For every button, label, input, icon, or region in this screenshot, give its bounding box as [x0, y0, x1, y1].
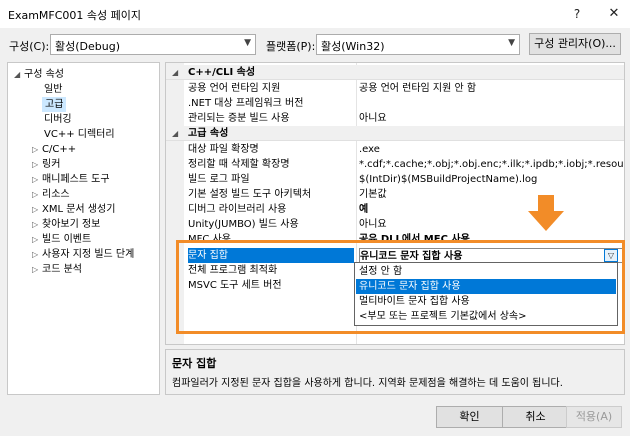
- tree-item-advanced[interactable]: 고급: [42, 97, 67, 112]
- collapse-icon[interactable]: ◢: [172, 65, 178, 80]
- tree-item-manifest-tool[interactable]: ▷ 매니페스트 도구: [32, 172, 110, 187]
- help-icon[interactable]: ?: [566, 4, 588, 24]
- property-row[interactable]: 공용 언어 런타임 지원 공용 언어 런타임 지원 안 함: [166, 81, 624, 96]
- tree-item-cpp[interactable]: ▷ C/C++: [32, 142, 76, 157]
- property-tree[interactable]: ◢ 구성 속성 일반 고급 디버깅 VC++ 디렉터리 ▷ C/C++ ▷ 링커 ▷ 매…: [7, 62, 160, 395]
- chevron-down-icon: ▼: [508, 38, 515, 48]
- tree-item-browse-info[interactable]: ▷ 찾아보기 정보: [32, 217, 100, 232]
- expand-icon[interactable]: ▷: [32, 217, 42, 232]
- cancel-button[interactable]: 취소: [502, 406, 569, 428]
- platform-label: 플랫폼(P):: [266, 40, 316, 53]
- description-text: 컴파일러가 지정된 문자 집합을 사용하게 합니다. 지역화 문제점을 해결하는…: [172, 378, 563, 389]
- platform-select[interactable]: 활성(Win32) ▼: [316, 34, 520, 55]
- apply-button[interactable]: 적용(A): [566, 406, 622, 428]
- character-set-dropdown[interactable]: 설정 안 함 유니코드 문자 집합 사용 멀티바이트 문자 집합 사용 <부모 …: [354, 262, 618, 326]
- expand-icon[interactable]: ▷: [32, 142, 42, 157]
- description-title: 문자 집합: [172, 357, 217, 370]
- property-row[interactable]: 빌드 로그 파일 $(IntDir)$(MSBuildProjectName).l…: [166, 172, 624, 187]
- tree-item-vc-directories[interactable]: VC++ 디렉터리: [44, 127, 115, 142]
- property-row[interactable]: MFC 사용 공유 DLL에서 MFC 사용: [166, 232, 624, 240]
- tree-item-linker[interactable]: ▷ 링커: [32, 157, 60, 172]
- expand-icon[interactable]: ▷: [32, 262, 42, 277]
- expand-icon[interactable]: ▷: [32, 157, 42, 172]
- tree-item-config-properties[interactable]: ◢ 구성 속성: [14, 67, 64, 82]
- configuration-value: 활성(Debug): [55, 40, 120, 53]
- category-cli[interactable]: ◢ C++/CLI 속성: [166, 65, 624, 80]
- property-row[interactable]: 정리할 때 삭제할 확장명 *.cdf;*.cache;*.obj;*.obj.e…: [166, 157, 624, 172]
- tree-item-code-analysis[interactable]: ▷ 코드 분석: [32, 262, 82, 277]
- expand-icon[interactable]: ▷: [32, 247, 42, 262]
- expand-icon[interactable]: ▷: [32, 232, 42, 247]
- expand-icon[interactable]: ▷: [32, 187, 42, 202]
- property-row[interactable]: 대상 파일 확장명 .exe: [166, 142, 624, 157]
- dropdown-option-selected[interactable]: 유니코드 문자 집합 사용: [356, 279, 616, 294]
- chevron-down-icon: ▼: [244, 38, 251, 48]
- dropdown-option[interactable]: 설정 안 함: [356, 264, 616, 279]
- tree-item-resources[interactable]: ▷ 리소스: [32, 187, 70, 202]
- ok-button[interactable]: 확인: [436, 406, 503, 428]
- title-bar: ExamMFC001 속성 페이지 ? ✕: [0, 0, 630, 28]
- down-arrow-icon: [528, 195, 564, 231]
- tree-item-xml-doc[interactable]: ▷ XML 문서 생성기: [32, 202, 115, 217]
- close-icon[interactable]: ✕: [603, 4, 625, 24]
- expand-icon[interactable]: ▷: [32, 172, 42, 187]
- category-advanced[interactable]: ◢ 고급 속성: [166, 126, 624, 141]
- property-row-character-set[interactable]: 문자 집합 유니코드 문자 집합 사용: [166, 248, 624, 263]
- tree-item-build-events[interactable]: ▷ 빌드 이벤트: [32, 232, 91, 247]
- tree-item-custom-build[interactable]: ▷ 사용자 지정 빌드 단계: [32, 247, 134, 262]
- tree-item-debugging[interactable]: 디버깅: [44, 112, 72, 127]
- dropdown-option[interactable]: 멀티바이트 문자 집합 사용: [356, 294, 616, 309]
- property-row[interactable]: .NET 대상 프레임워크 버전: [166, 96, 624, 111]
- window-title: ExamMFC001 속성 페이지: [8, 9, 142, 22]
- configuration-label: 구성(C):: [9, 40, 50, 53]
- tree-item-general[interactable]: 일반: [44, 82, 62, 97]
- expand-icon[interactable]: ▷: [32, 202, 42, 217]
- property-row[interactable]: 관리되는 증분 빌드 사용 아니요: [166, 111, 624, 126]
- configuration-manager-button[interactable]: 구성 관리자(O)...: [529, 33, 621, 55]
- collapse-icon[interactable]: ◢: [14, 67, 24, 82]
- collapse-icon[interactable]: ◢: [172, 126, 178, 141]
- platform-value: 활성(Win32): [321, 40, 385, 53]
- description-panel: 문자 집합 컴파일러가 지정된 문자 집합을 사용하게 합니다. 지역화 문제점…: [165, 349, 625, 395]
- dropdown-toggle-button[interactable]: ▽: [604, 249, 618, 262]
- dropdown-option[interactable]: <부모 또는 프로젝트 기본값에서 상속>: [356, 309, 616, 324]
- configuration-select[interactable]: 활성(Debug) ▼: [50, 34, 256, 55]
